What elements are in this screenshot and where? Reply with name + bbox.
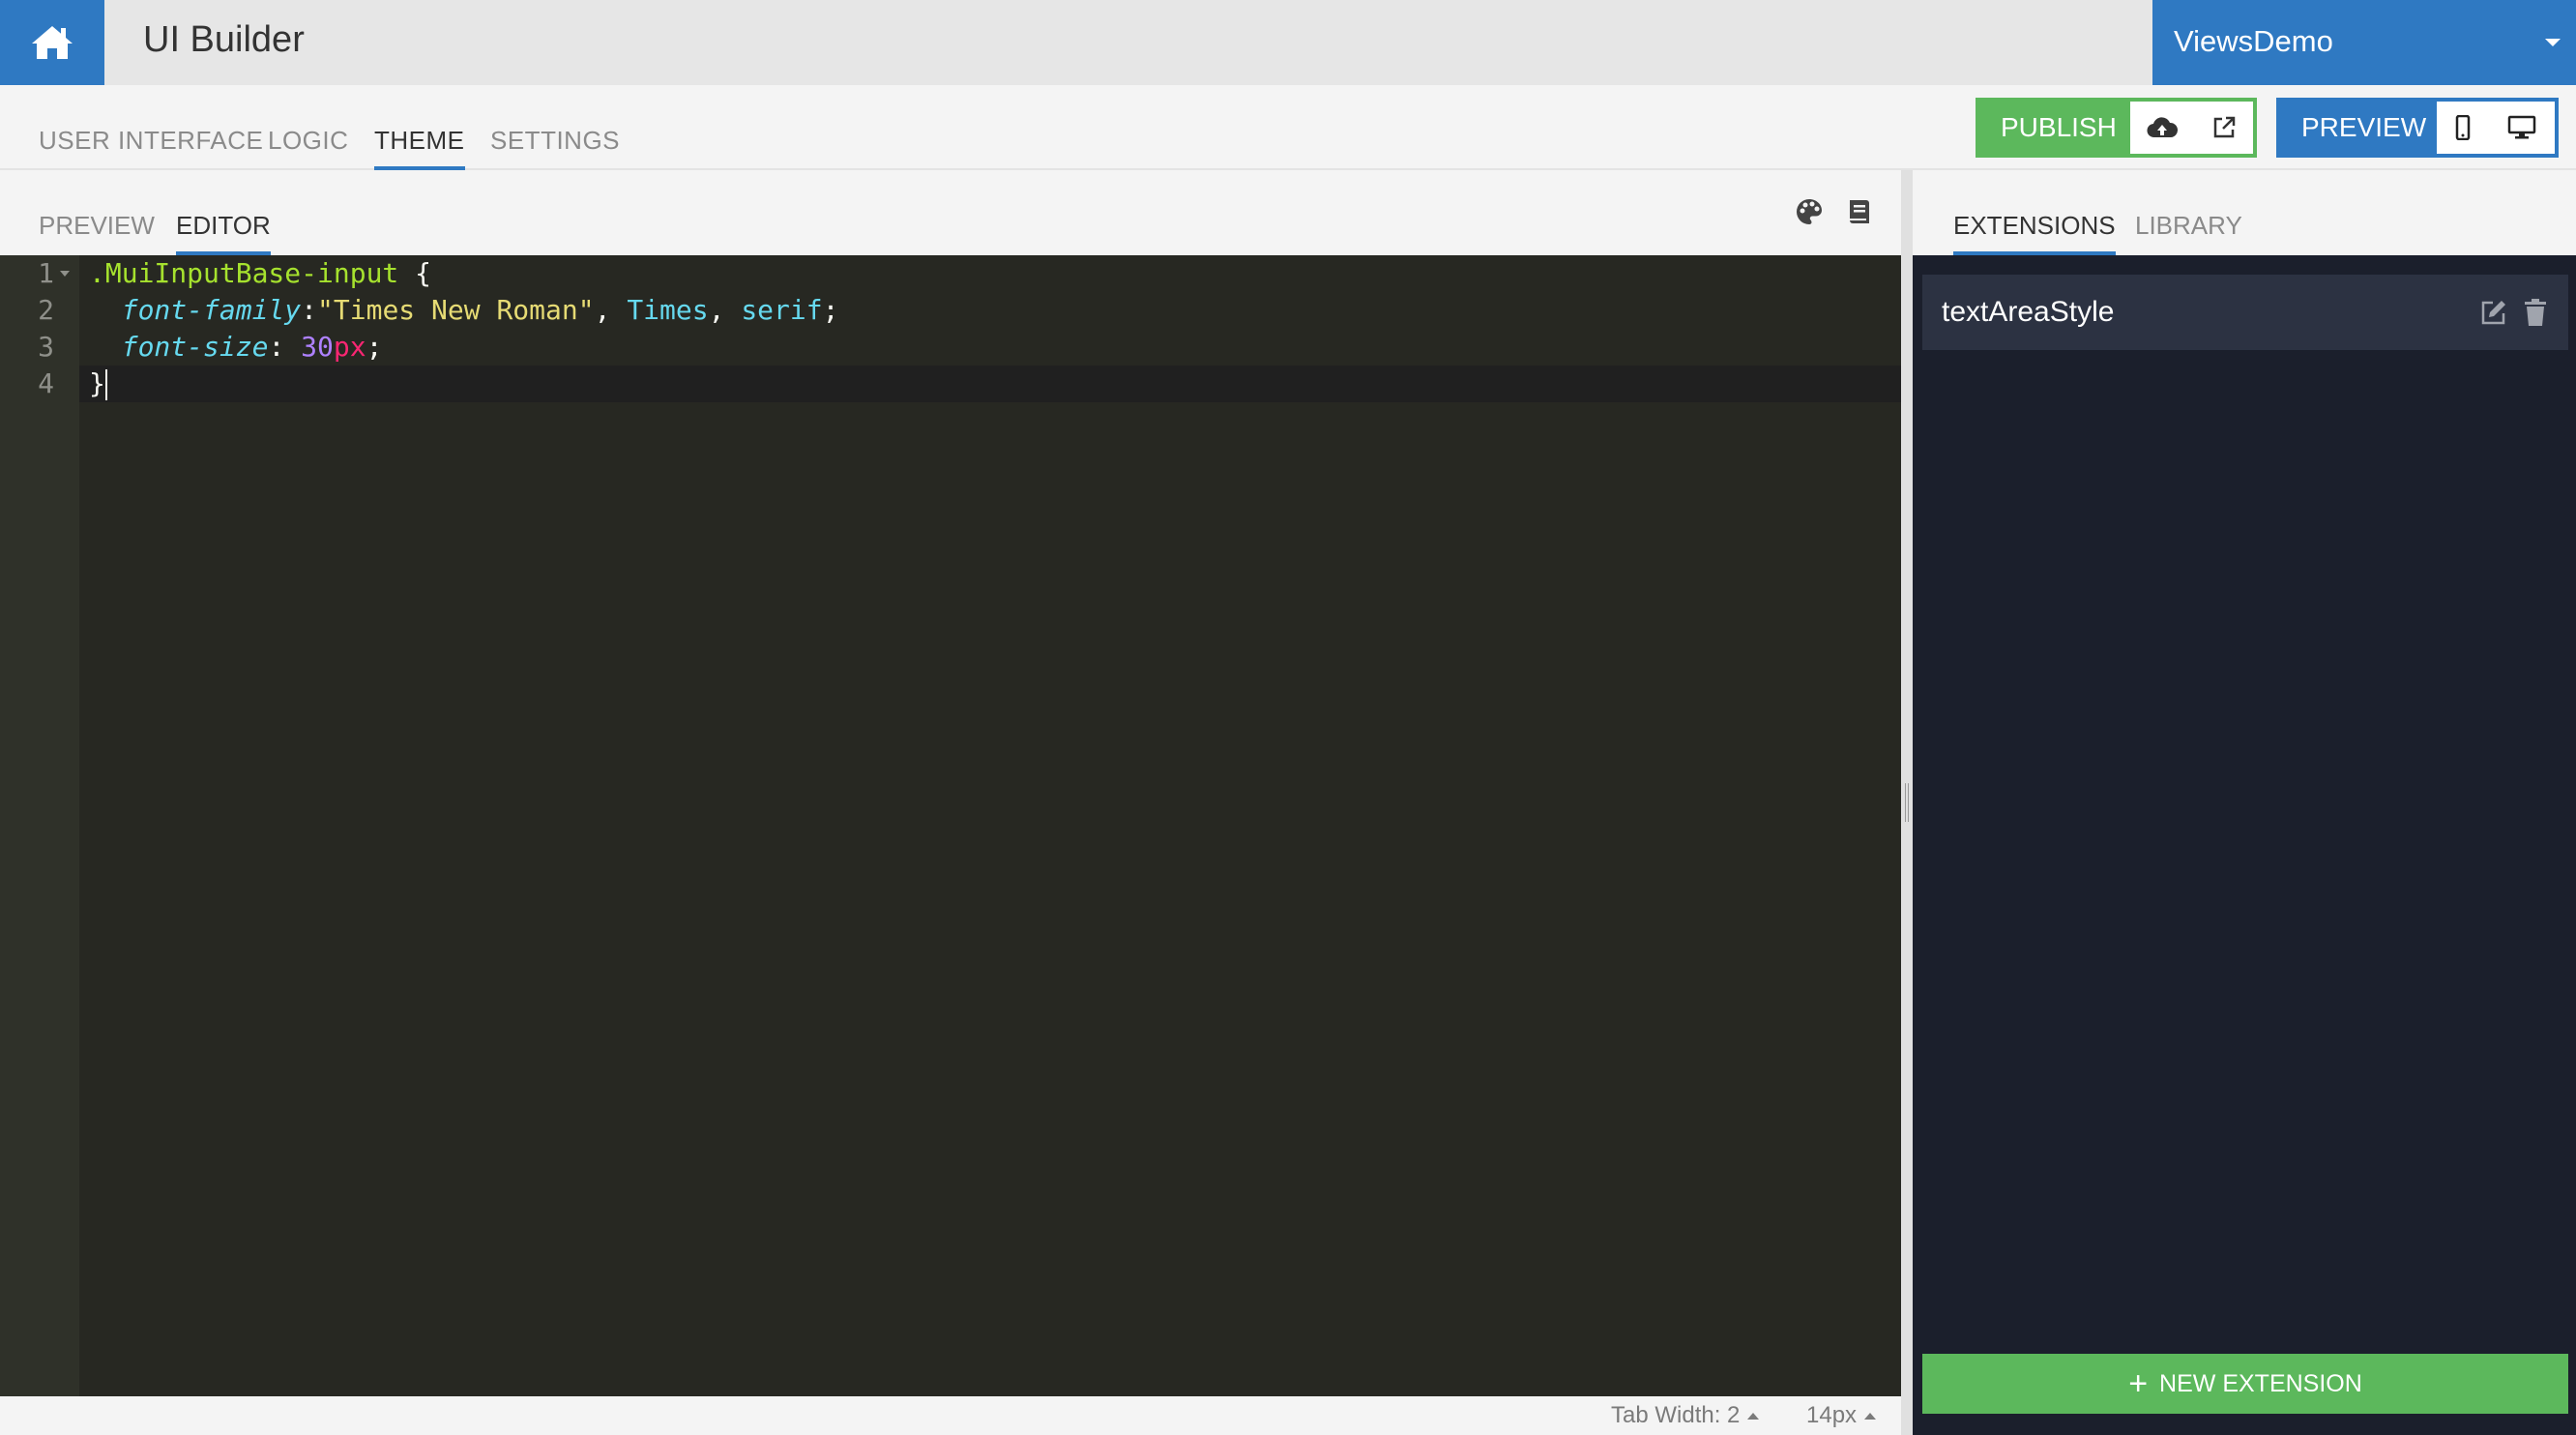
edit-icon[interactable] xyxy=(2479,298,2508,332)
fold-arrow-icon[interactable] xyxy=(60,271,70,277)
preview-icons xyxy=(2437,102,2555,154)
code-editor[interactable]: 1 2 3 4 .MuiInputBase-input { font-famil… xyxy=(0,255,1901,1396)
home-icon xyxy=(32,26,73,59)
project-selector[interactable]: ViewsDemo xyxy=(2152,0,2576,85)
trash-icon[interactable] xyxy=(2524,298,2547,332)
close-brace: } xyxy=(89,367,105,399)
project-name: ViewsDemo xyxy=(2174,24,2333,58)
tab-theme[interactable]: THEME xyxy=(374,126,465,170)
colon: : xyxy=(268,331,285,363)
font-size-selector[interactable]: 14px xyxy=(1806,1402,1877,1429)
tab-logic[interactable]: LOGIC xyxy=(268,126,348,156)
publish-button-group: PUBLISH xyxy=(1976,98,2257,158)
chevron-up-icon xyxy=(1747,1413,1760,1420)
app-title: UI Builder xyxy=(143,19,305,60)
open-brace: { xyxy=(415,257,432,289)
extensions-pane: EXTENSIONS LIBRARY textAreaStyle + NEW E… xyxy=(1913,170,2576,1435)
code-line-1: .MuiInputBase-input { xyxy=(89,255,431,292)
semicolon: ; xyxy=(822,294,839,326)
css-value: serif xyxy=(741,294,823,326)
palette-icon[interactable] xyxy=(1795,197,1824,231)
line-number: 4 xyxy=(38,367,54,399)
tab-library[interactable]: LIBRARY xyxy=(2135,211,2242,241)
editor-gutter: 1 2 3 4 xyxy=(0,255,79,1396)
code-line-2: font-family:"Times New Roman", Times, se… xyxy=(89,292,839,329)
active-line-highlight xyxy=(79,366,1901,402)
list-item[interactable]: textAreaStyle xyxy=(1922,275,2568,350)
mobile-icon[interactable] xyxy=(2455,115,2471,140)
font-size-label: 14px xyxy=(1806,1402,1858,1428)
line-number: 1 xyxy=(38,257,54,289)
css-string-value: "Times New Roman" xyxy=(317,294,595,326)
line-number: 2 xyxy=(38,294,54,326)
editor-status-bar: Tab Width: 2 14px xyxy=(0,1396,1901,1435)
publish-button[interactable]: PUBLISH xyxy=(1979,102,2130,154)
desktop-icon[interactable] xyxy=(2507,115,2536,140)
css-unit: px xyxy=(333,331,366,363)
code-line-4: } xyxy=(89,366,107,402)
preview-button-group: PREVIEW xyxy=(2276,98,2559,158)
css-value: Times xyxy=(627,294,709,326)
colon: : xyxy=(301,294,318,326)
editor-tab-bar: PREVIEW EDITOR xyxy=(0,170,1901,255)
chevron-up-icon xyxy=(1864,1413,1877,1420)
extensions-tab-bar: EXTENSIONS LIBRARY xyxy=(1913,170,2576,255)
home-button[interactable] xyxy=(0,0,104,85)
tab-width-selector[interactable]: Tab Width: 2 xyxy=(1611,1402,1760,1429)
plus-icon: + xyxy=(2128,1365,2149,1402)
book-icon[interactable] xyxy=(1847,197,1872,231)
tab-user-interface[interactable]: USER INTERFACE xyxy=(39,126,263,156)
extensions-list: textAreaStyle + NEW EXTENSION xyxy=(1913,255,2576,1435)
extension-name: textAreaStyle xyxy=(1942,296,2115,328)
cloud-upload-icon[interactable] xyxy=(2147,116,2179,139)
css-selector: .MuiInputBase-input xyxy=(89,257,399,289)
text-cursor xyxy=(104,369,107,400)
publish-icons xyxy=(2130,102,2253,154)
comma: , xyxy=(708,294,725,326)
line-number: 3 xyxy=(38,331,54,363)
css-number: 30 xyxy=(301,331,334,363)
theme-editor-pane: PREVIEW EDITOR 1 2 3 4 .MuiInputBase-inp… xyxy=(0,170,1901,1435)
css-property: font-size xyxy=(121,331,269,363)
external-link-icon[interactable] xyxy=(2211,115,2237,140)
code-line-3: font-size: 30px; xyxy=(89,329,383,366)
pane-splitter[interactable] xyxy=(1901,170,1913,1435)
comma: , xyxy=(594,294,611,326)
preview-button[interactable]: PREVIEW xyxy=(2280,102,2437,154)
tab-preview[interactable]: PREVIEW xyxy=(39,211,155,241)
tab-extensions[interactable]: EXTENSIONS xyxy=(1953,211,2116,255)
new-extension-button[interactable]: + NEW EXTENSION xyxy=(1922,1354,2568,1414)
tab-settings[interactable]: SETTINGS xyxy=(490,126,620,156)
splitter-grip-icon[interactable] xyxy=(1905,783,1909,822)
semicolon: ; xyxy=(366,331,383,363)
chevron-down-icon xyxy=(2545,39,2561,46)
top-bar: UI Builder ViewsDemo xyxy=(0,0,2576,85)
new-extension-label: NEW EXTENSION xyxy=(2159,1369,2362,1397)
css-property: font-family xyxy=(121,294,302,326)
tab-width-label: Tab Width: 2 xyxy=(1611,1402,1741,1428)
tab-editor[interactable]: EDITOR xyxy=(176,211,271,255)
